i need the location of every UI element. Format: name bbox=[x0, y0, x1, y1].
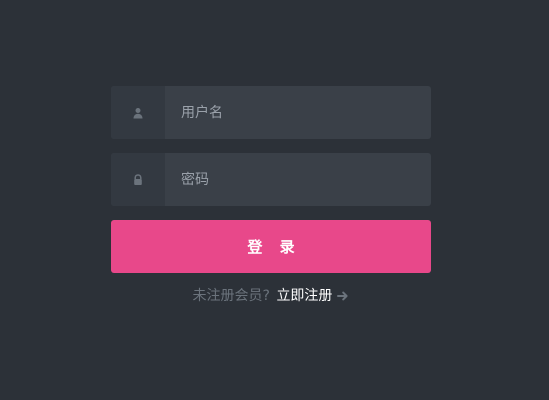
login-form: 登 录 未注册会员? 立即注册 bbox=[111, 86, 431, 305]
password-input[interactable] bbox=[165, 153, 431, 206]
username-input[interactable] bbox=[165, 86, 431, 139]
password-field bbox=[111, 153, 431, 206]
register-row: 未注册会员? 立即注册 bbox=[111, 287, 431, 305]
arrow-right-icon bbox=[337, 290, 349, 302]
register-prompt: 未注册会员? bbox=[192, 288, 270, 304]
lock-icon bbox=[111, 153, 165, 206]
login-button[interactable]: 登 录 bbox=[111, 220, 431, 273]
user-icon bbox=[111, 86, 165, 139]
register-link[interactable]: 立即注册 bbox=[276, 287, 349, 305]
username-field bbox=[111, 86, 431, 139]
register-link-label: 立即注册 bbox=[276, 288, 333, 304]
